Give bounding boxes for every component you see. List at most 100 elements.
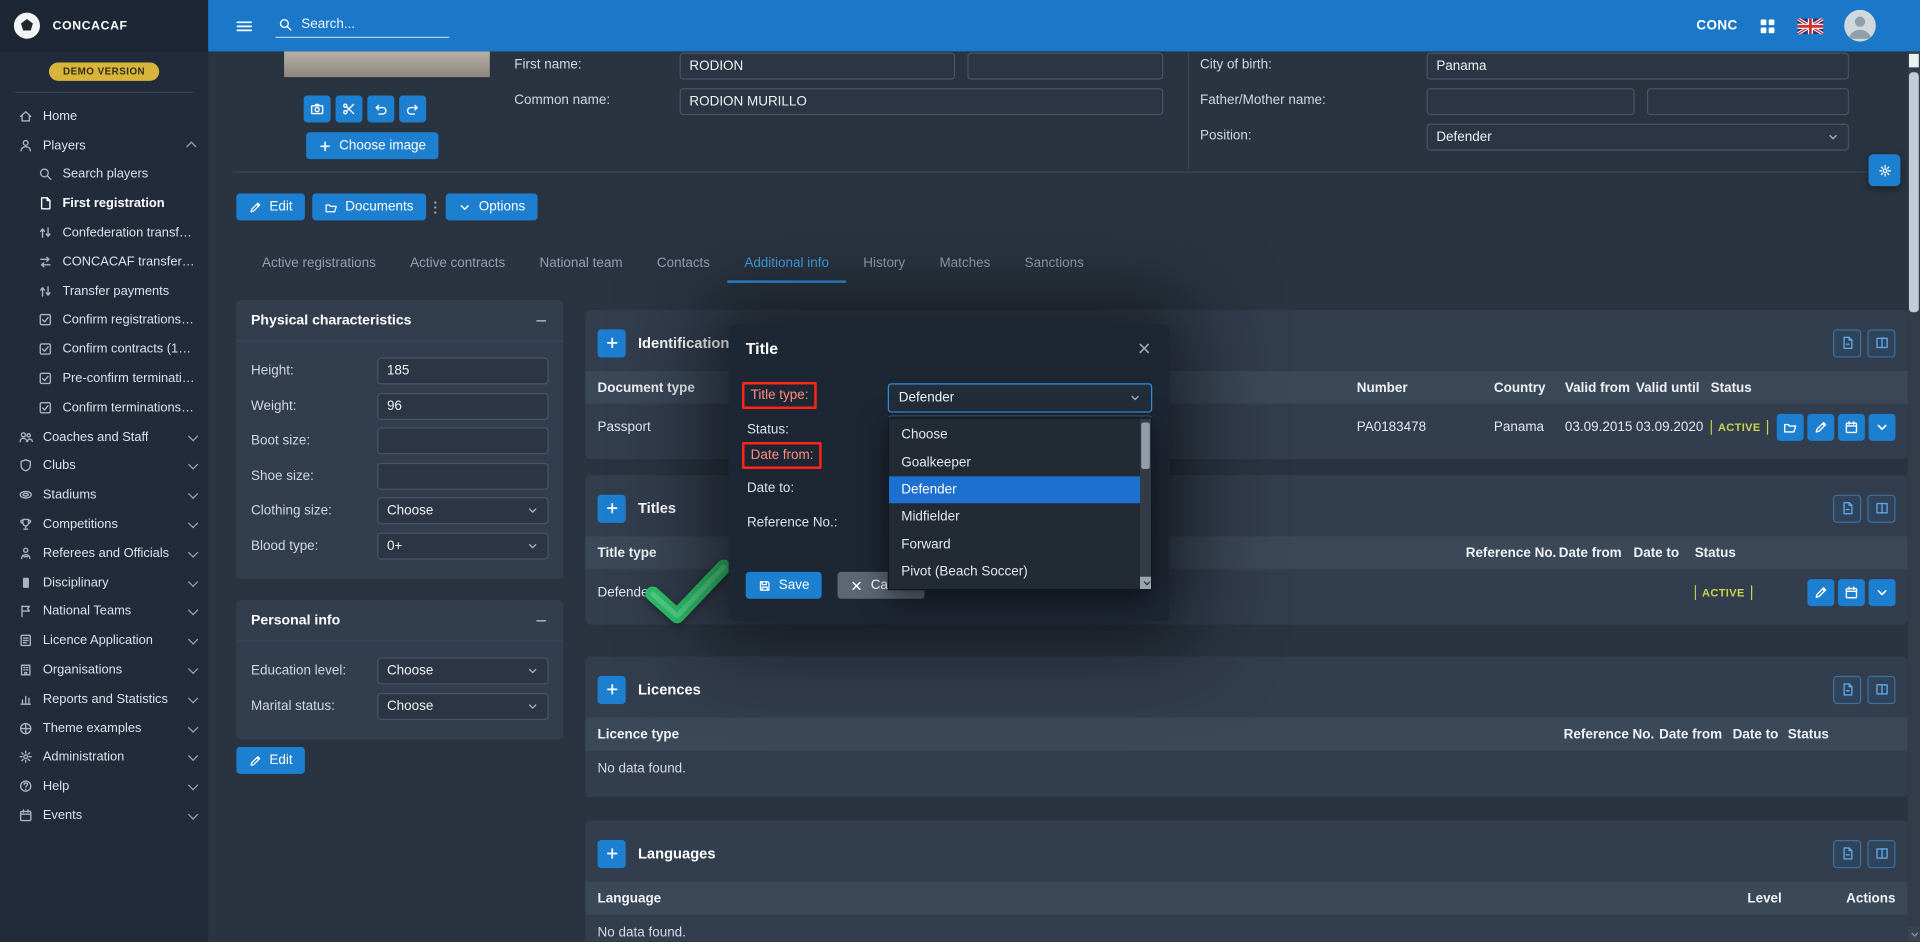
column-header[interactable]: Valid from xyxy=(1565,380,1636,395)
sidebar-item[interactable]: Reports and Statistics xyxy=(0,684,208,713)
sidebar-item[interactable]: Disciplinary xyxy=(0,568,208,597)
export-button[interactable] xyxy=(1833,494,1861,522)
org-code[interactable]: CONC xyxy=(1696,18,1737,33)
sidebar-item[interactable]: Confirm contracts (166) xyxy=(0,335,208,364)
tab[interactable]: Active registrations xyxy=(245,247,393,283)
sidebar-item[interactable]: Help xyxy=(0,772,208,801)
column-header[interactable]: Country xyxy=(1494,380,1565,395)
tab[interactable]: Matches xyxy=(922,247,1007,283)
collapse-button[interactable] xyxy=(534,313,549,328)
dropdown-option[interactable]: Goalkeeper xyxy=(889,449,1151,476)
sidebar-item[interactable]: Clubs xyxy=(0,451,208,480)
tab[interactable]: Additional info xyxy=(727,247,846,283)
columns-button[interactable] xyxy=(1867,675,1895,703)
sidebar-item[interactable]: Competitions xyxy=(0,510,208,539)
brand[interactable]: CONCACAF xyxy=(0,0,208,51)
dropdown-scrollbar[interactable] xyxy=(1140,419,1151,589)
boot-size-input[interactable] xyxy=(377,427,548,454)
shoe-size-input[interactable] xyxy=(377,462,548,489)
clothing-size-select[interactable]: Choose xyxy=(377,497,548,524)
crop-button[interactable] xyxy=(336,96,363,123)
sidebar-item[interactable]: Search players xyxy=(0,160,208,189)
scrollbar-thumb[interactable] xyxy=(1141,422,1150,469)
scroll-down-arrow[interactable] xyxy=(1140,577,1151,589)
first-name-input[interactable] xyxy=(680,53,956,80)
choose-image-button[interactable]: Choose image xyxy=(306,132,438,159)
row-expand-button[interactable] xyxy=(1869,413,1896,440)
sidebar-item[interactable]: Transfer payments xyxy=(0,276,208,305)
column-header[interactable]: Reference No. xyxy=(1564,727,1660,742)
column-header[interactable]: Valid until xyxy=(1636,380,1711,395)
row-expand-button[interactable] xyxy=(1869,579,1896,606)
dropdown-option[interactable]: Forward xyxy=(889,531,1151,558)
column-header[interactable]: Status xyxy=(1788,727,1896,742)
column-header[interactable]: Status xyxy=(1695,546,1761,561)
column-header[interactable]: Level xyxy=(1747,891,1790,906)
menu-icon[interactable] xyxy=(235,17,253,35)
export-button[interactable] xyxy=(1833,675,1861,703)
father-name-input[interactable] xyxy=(1427,88,1635,115)
tab[interactable]: Contacts xyxy=(640,247,727,283)
dropdown-option[interactable]: Pivot (Beach Soccer) xyxy=(889,558,1151,585)
sidebar-item[interactable]: Confirm registrations (4449) xyxy=(0,306,208,335)
sidebar-item[interactable]: Organisations xyxy=(0,655,208,684)
apps-grid-icon[interactable] xyxy=(1758,17,1776,35)
column-header[interactable]: Licence type xyxy=(598,727,1564,742)
add-identification-button[interactable] xyxy=(598,329,626,357)
columns-button[interactable] xyxy=(1867,329,1895,357)
first-name-alt-input[interactable] xyxy=(967,53,1163,80)
dropdown-option[interactable]: Midfielder xyxy=(889,503,1151,530)
add-title-button[interactable] xyxy=(598,494,626,522)
education-level-select[interactable]: Choose xyxy=(377,658,548,685)
sidebar-item[interactable]: Confederation transfers (15) xyxy=(0,218,208,247)
city-of-birth-input[interactable] xyxy=(1427,53,1849,80)
tab[interactable]: History xyxy=(846,247,922,283)
sidebar-item[interactable]: Administration xyxy=(0,743,208,772)
dropdown-option[interactable]: Defender xyxy=(889,476,1151,503)
sidebar-item[interactable]: Referees and Officials xyxy=(0,539,208,568)
sidebar-item[interactable]: First registration xyxy=(0,189,208,218)
search-input[interactable] xyxy=(301,17,447,32)
height-input[interactable] xyxy=(377,358,548,385)
search-box[interactable] xyxy=(276,14,450,37)
sidebar-item[interactable]: Pre-confirm termination xyxy=(0,364,208,393)
column-header[interactable]: Date from xyxy=(1659,727,1732,742)
sidebar-item[interactable]: Confirm terminations (5) xyxy=(0,393,208,422)
sidebar-item[interactable]: Coaches and Staff xyxy=(0,422,208,451)
scroll-up-arrow[interactable] xyxy=(1909,54,1919,67)
export-button[interactable] xyxy=(1833,839,1861,867)
camera-button[interactable] xyxy=(304,96,331,123)
column-header[interactable]: Reference No. xyxy=(1466,546,1559,561)
save-button[interactable]: Save xyxy=(746,572,822,599)
column-header[interactable]: Status xyxy=(1711,380,1776,395)
language-flag-icon[interactable] xyxy=(1798,18,1824,34)
edit-button[interactable]: Edit xyxy=(236,193,305,220)
export-button[interactable] xyxy=(1833,329,1861,357)
scrollbar-thumb[interactable] xyxy=(1909,72,1919,312)
sidebar-item[interactable]: Players xyxy=(0,131,208,160)
column-header[interactable]: Date from xyxy=(1559,546,1634,561)
sidebar-item[interactable]: Events xyxy=(0,801,208,830)
tab[interactable]: Active contracts xyxy=(393,247,522,283)
sidebar-item[interactable]: Home xyxy=(0,102,208,131)
column-header[interactable]: Date to xyxy=(1733,727,1788,742)
close-icon[interactable] xyxy=(1136,340,1152,356)
column-header[interactable]: Number xyxy=(1357,380,1494,395)
row-calendar-button[interactable] xyxy=(1838,413,1865,440)
sidebar-item[interactable]: Theme examples xyxy=(0,714,208,743)
add-language-button[interactable] xyxy=(598,839,626,867)
weight-input[interactable] xyxy=(377,392,548,419)
position-select[interactable]: Defender xyxy=(1427,124,1849,151)
scroll-down-arrow[interactable] xyxy=(1908,927,1920,942)
title-type-select[interactable]: Defender xyxy=(888,383,1152,412)
row-edit-button[interactable] xyxy=(1807,579,1834,606)
sidebar-item[interactable]: National Teams xyxy=(0,597,208,626)
common-name-input[interactable] xyxy=(680,88,1164,115)
documents-button[interactable]: Documents xyxy=(312,193,425,220)
sidebar-item[interactable]: Stadiums xyxy=(0,480,208,509)
page-scrollbar[interactable] xyxy=(1908,51,1920,941)
columns-button[interactable] xyxy=(1867,839,1895,867)
user-avatar[interactable] xyxy=(1844,10,1876,42)
row-calendar-button[interactable] xyxy=(1838,579,1865,606)
column-header[interactable]: Date to xyxy=(1633,546,1694,561)
